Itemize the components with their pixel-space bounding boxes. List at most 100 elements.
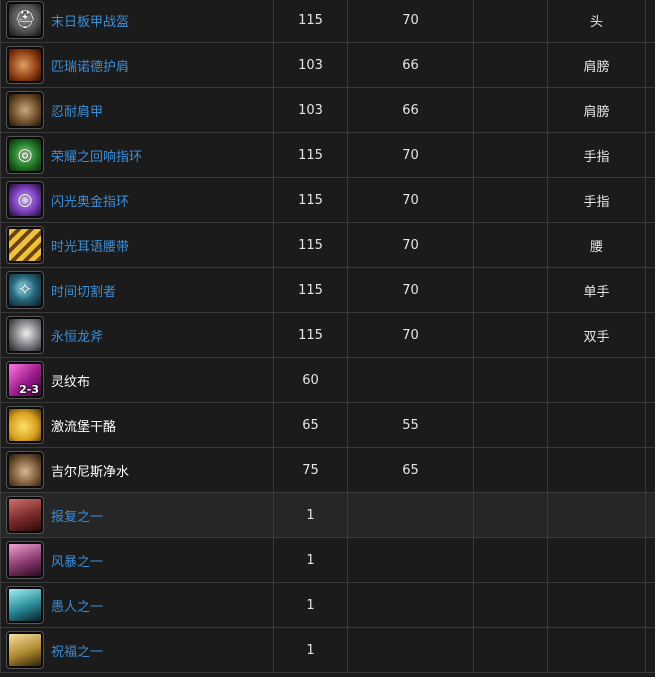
table-row: 愚人之一 1 — [0, 582, 655, 628]
table-row: 风暴之一 1 — [0, 537, 655, 583]
icon-glyph: ◎ — [17, 145, 33, 165]
level-cell: 115 — [273, 312, 348, 358]
item-link[interactable]: 匹瑞诺德护肩 — [51, 56, 129, 75]
table-row: 忍耐肩甲 103 66 肩膀 — [0, 87, 655, 133]
trailing-cell — [645, 537, 655, 583]
slot-cell: 手指 — [547, 177, 646, 223]
item-cell: ○ 闪光奥金指环 — [0, 177, 274, 223]
value-cell: 70 — [347, 0, 474, 43]
value-cell: 70 — [347, 132, 474, 178]
item-name: 吉尔尼斯净水 — [51, 464, 130, 480]
empty-cell — [473, 492, 548, 538]
item-cell: 吉尔尼斯净水 — [0, 447, 274, 493]
empty-cell — [473, 537, 548, 583]
card-icon[interactable] — [6, 586, 44, 624]
item: 报复之一 — [1, 493, 273, 537]
empty-cell — [473, 447, 548, 493]
water-flask-icon — [6, 451, 44, 489]
table-row: 报复之一 1 — [0, 492, 655, 538]
item-table: ⛑ 末日板甲战盔 115 70 头匹瑞诺德护肩 103 66 肩膀 忍耐肩甲 103 66 肩膀 ◎ 荣耀… — [0, 0, 655, 673]
item-link[interactable]: 永恒龙斧 — [51, 326, 103, 345]
empty-cell — [473, 87, 548, 133]
slot-cell — [547, 492, 646, 538]
value-cell: 70 — [347, 222, 474, 268]
belt-icon[interactable] — [6, 226, 44, 264]
level-cell: 115 — [273, 0, 348, 43]
trailing-cell — [645, 582, 655, 628]
slot-cell — [547, 627, 646, 673]
item-cell: ⛑ 末日板甲战盔 — [0, 0, 274, 43]
item-link[interactable]: 愚人之一 — [51, 596, 103, 615]
item-link[interactable]: 时间切割者 — [51, 281, 116, 300]
table-row: 匹瑞诺德护肩 103 66 肩膀 — [0, 42, 655, 88]
value-cell: 66 — [347, 42, 474, 88]
item-link[interactable]: 祝福之一 — [51, 641, 103, 660]
item-link[interactable]: 时光耳语腰带 — [51, 236, 129, 255]
trailing-cell — [645, 87, 655, 133]
axe-icon[interactable] — [6, 316, 44, 354]
item-cell: 匹瑞诺德护肩 — [0, 42, 274, 88]
trailing-cell — [645, 267, 655, 313]
slot-cell: 肩膀 — [547, 42, 646, 88]
item: 吉尔尼斯净水 — [1, 448, 273, 492]
item: 匹瑞诺德护肩 — [1, 43, 273, 87]
shoulder-icon[interactable] — [6, 91, 44, 129]
icon-glyph: ⛑ — [14, 10, 36, 30]
ring-icon[interactable]: ○ — [6, 181, 44, 219]
helmet-icon[interactable]: ⛑ — [6, 1, 44, 39]
level-cell: 60 — [273, 357, 348, 403]
trailing-cell — [645, 627, 655, 673]
shoulder-icon[interactable] — [6, 46, 44, 84]
empty-cell — [473, 627, 548, 673]
item-name: 灵纹布 — [51, 374, 91, 390]
weapon-icon[interactable]: ✧ — [6, 271, 44, 309]
item: 激流堡干酪 — [1, 403, 273, 447]
item: 2-3 灵纹布 — [1, 358, 273, 402]
trailing-cell — [645, 177, 655, 223]
empty-cell — [473, 267, 548, 313]
slot-cell: 肩膀 — [547, 87, 646, 133]
slot-cell — [547, 402, 646, 448]
item-link[interactable]: 报复之一 — [51, 506, 103, 525]
item-link[interactable]: 闪光奥金指环 — [51, 191, 129, 210]
table-row: ⛑ 末日板甲战盔 115 70 头 — [0, 0, 655, 43]
item-cell: 永恒龙斧 — [0, 312, 274, 358]
empty-cell — [473, 42, 548, 88]
cheese-icon — [6, 406, 44, 444]
level-cell: 115 — [273, 222, 348, 268]
level-cell: 115 — [273, 267, 348, 313]
item-link[interactable]: 忍耐肩甲 — [51, 101, 103, 120]
slot-cell: 手指 — [547, 132, 646, 178]
slot-cell: 腰 — [547, 222, 646, 268]
trailing-cell — [645, 42, 655, 88]
trailing-cell — [645, 492, 655, 538]
item: 时光耳语腰带 — [1, 223, 273, 267]
empty-cell — [473, 177, 548, 223]
slot-cell — [547, 582, 646, 628]
value-cell — [347, 627, 474, 673]
slot-cell — [547, 447, 646, 493]
table-row: 永恒龙斧 115 70 双手 — [0, 312, 655, 358]
value-cell — [347, 582, 474, 628]
value-cell — [347, 537, 474, 583]
card-icon[interactable] — [6, 631, 44, 669]
value-cell: 65 — [347, 447, 474, 493]
value-cell: 55 — [347, 402, 474, 448]
item: 忍耐肩甲 — [1, 88, 273, 132]
item-cell: 激流堡干酪 — [0, 402, 274, 448]
card-icon[interactable] — [6, 541, 44, 579]
trailing-cell — [645, 222, 655, 268]
card-icon[interactable] — [6, 496, 44, 534]
item-name: 激流堡干酪 — [51, 419, 117, 435]
item-link[interactable]: 荣耀之回响指环 — [51, 146, 142, 165]
value-cell: 70 — [347, 312, 474, 358]
item-link[interactable]: 末日板甲战盔 — [51, 11, 129, 30]
slot-cell — [547, 357, 646, 403]
item-cell: ✧ 时间切割者 — [0, 267, 274, 313]
ring-icon[interactable]: ◎ — [6, 136, 44, 174]
level-cell: 1 — [273, 492, 348, 538]
cloth-icon: 2-3 — [6, 361, 44, 399]
trailing-cell — [645, 132, 655, 178]
item-link[interactable]: 风暴之一 — [51, 551, 103, 570]
level-cell: 1 — [273, 582, 348, 628]
